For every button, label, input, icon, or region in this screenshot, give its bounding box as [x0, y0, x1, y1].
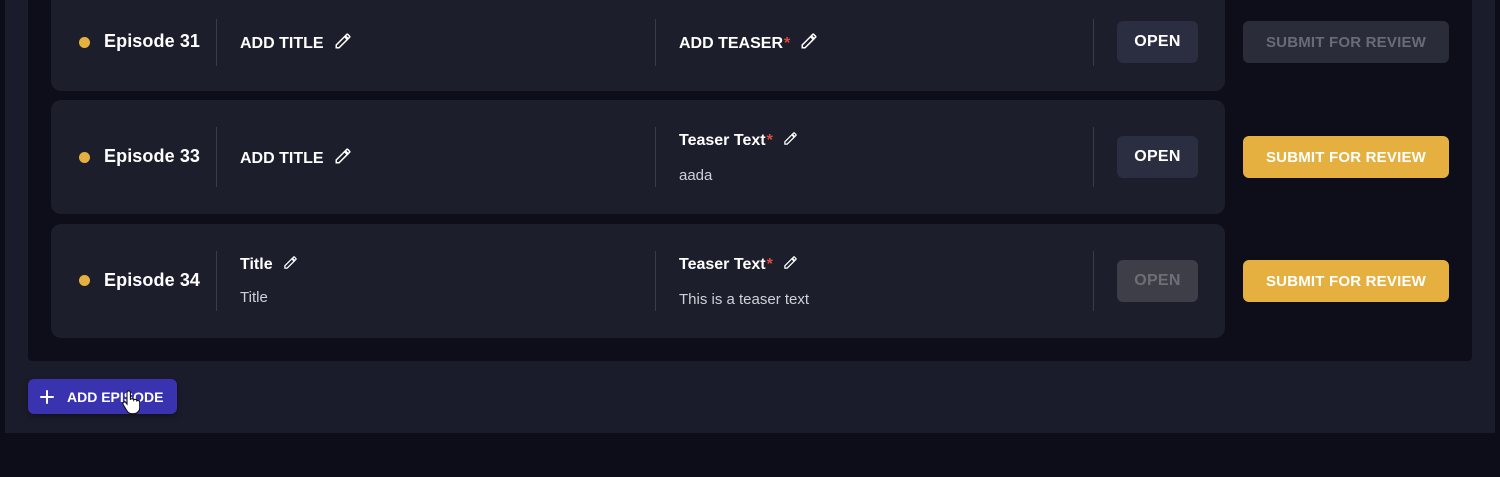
episode-card: Episode 33 ADD TITLE Teaser Text * aada …: [51, 100, 1225, 214]
open-button[interactable]: OPEN: [1117, 21, 1198, 63]
plus-icon: [40, 389, 54, 404]
episode-card: Episode 34 Title Title Teaser Text * Thi…: [51, 224, 1225, 338]
teaser-field[interactable]: Teaser Text *: [679, 255, 798, 275]
episode-name: Episode 31: [104, 31, 201, 51]
title-field[interactable]: Title: [240, 255, 298, 275]
pencil-icon[interactable]: [783, 255, 798, 275]
required-mark: *: [766, 256, 773, 273]
title-label: ADD TITLE: [240, 34, 324, 52]
hand-pointer-icon: [122, 390, 141, 419]
episode-name: Episode 34: [104, 270, 201, 290]
required-mark: *: [766, 132, 773, 149]
add-teaser-field[interactable]: ADD TEASER *: [679, 32, 818, 55]
title-label: ADD TITLE: [240, 149, 324, 167]
divider: [1093, 127, 1094, 187]
pencil-icon[interactable]: [783, 131, 798, 151]
divider: [655, 19, 656, 66]
add-title-field[interactable]: ADD TITLE: [240, 32, 352, 55]
pencil-icon[interactable]: [334, 147, 352, 170]
divider: [655, 127, 656, 187]
divider: [216, 19, 217, 66]
add-title-field[interactable]: ADD TITLE: [240, 147, 352, 170]
teaser-label: Teaser Text: [679, 256, 766, 273]
divider: [216, 127, 217, 187]
title-value: Title: [240, 289, 268, 306]
divider: [1093, 19, 1094, 66]
title-label: Title: [240, 256, 273, 273]
open-button[interactable]: OPEN: [1117, 136, 1198, 178]
episode-name: Episode 33: [104, 146, 201, 166]
divider: [655, 251, 656, 311]
teaser-label: Teaser Text: [679, 132, 766, 149]
required-mark: *: [784, 34, 791, 52]
open-button[interactable]: OPEN: [1117, 260, 1198, 302]
pencil-icon[interactable]: [283, 255, 298, 275]
teaser-value: aada: [679, 167, 713, 184]
status-dot: [79, 37, 90, 48]
submit-for-review-button[interactable]: SUBMIT FOR REVIEW: [1243, 260, 1449, 302]
pencil-icon[interactable]: [800, 32, 818, 55]
pencil-icon[interactable]: [334, 32, 352, 55]
add-episode-label: ADD EPISODE: [67, 388, 164, 405]
status-dot: [79, 152, 90, 163]
teaser-label: ADD TEASER: [679, 34, 784, 52]
submit-for-review-button[interactable]: SUBMIT FOR REVIEW: [1243, 136, 1449, 178]
add-episode-button[interactable]: ADD EPISODE: [28, 379, 177, 414]
submit-for-review-button[interactable]: SUBMIT FOR REVIEW: [1243, 21, 1449, 63]
teaser-field[interactable]: Teaser Text *: [679, 131, 798, 151]
teaser-value: This is a teaser text: [679, 291, 810, 308]
divider: [1093, 251, 1094, 311]
status-dot: [79, 275, 90, 286]
divider: [216, 251, 217, 311]
episode-card: Episode 31 ADD TITLE ADD TEASER * OPEN: [51, 0, 1225, 91]
